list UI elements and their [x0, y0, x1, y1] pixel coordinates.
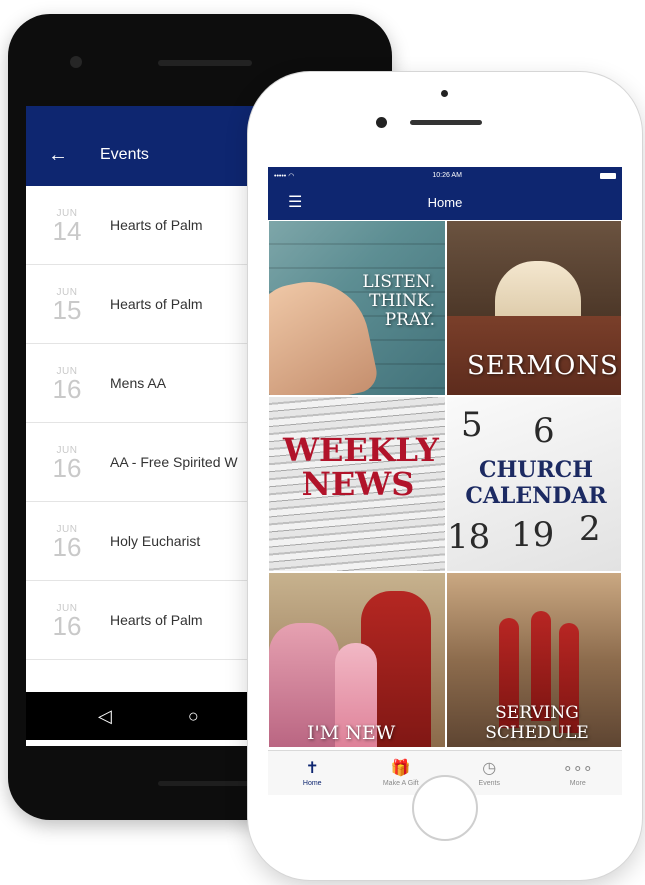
event-name: AA - Free Spirited W	[110, 454, 238, 470]
event-name: Hearts of Palm	[110, 217, 203, 233]
event-row[interactable]: JUN 16 Holy Eucharist	[26, 502, 258, 581]
event-row[interactable]: JUN 14 Hearts of Palm	[26, 186, 258, 265]
event-date: JUN 16	[38, 445, 96, 483]
listen-word: LISTEN.	[362, 272, 435, 292]
speaker-grill	[158, 60, 252, 66]
events-title: Events	[100, 146, 149, 163]
ios-status-bar: ••••• ◠ 10:26 AM	[268, 167, 622, 184]
tab-more[interactable]: ∘∘∘ More	[534, 751, 623, 795]
home-tile-grid: LISTEN. THINK. PRAY. SERMONS WEEKLY NEWS…	[268, 220, 622, 748]
earpiece-speaker	[410, 120, 482, 125]
event-row[interactable]: JUN 16 Hearts of Palm	[26, 581, 258, 660]
schedule-word: SCHEDULE	[485, 723, 589, 743]
church-calendar-label: CHURCH CALENDAR	[453, 457, 619, 509]
event-day: 16	[52, 531, 82, 562]
nav-home-icon[interactable]: ○	[188, 706, 199, 727]
event-name: Hearts of Palm	[110, 612, 203, 628]
event-day: 16	[52, 610, 82, 641]
android-status-bar	[26, 106, 258, 124]
tab-label: Make A Gift	[382, 779, 419, 787]
think-word: THINK.	[369, 291, 435, 311]
bottom-grill	[158, 781, 252, 786]
event-name: Hearts of Palm	[110, 296, 203, 312]
event-day: 16	[52, 373, 82, 404]
event-row[interactable]: JUN 16 Mens AA	[26, 344, 258, 423]
front-camera	[376, 117, 387, 128]
pray-word: PRAY.	[384, 310, 435, 330]
weekly-news-label: WEEKLY NEWS	[283, 431, 439, 503]
event-date: JUN 16	[38, 524, 96, 562]
tab-label: Home	[302, 779, 322, 787]
cross-icon: ✝	[305, 759, 319, 777]
serving-schedule-label: SERVING SCHEDULE	[467, 703, 607, 743]
event-date: JUN 16	[38, 603, 96, 641]
event-name: Holy Eucharist	[110, 533, 201, 549]
im-new-tile[interactable]: I'M NEW	[268, 572, 446, 748]
sermons-label: SERMONS	[467, 351, 619, 381]
android-screen: ← Events JUN 14 Hearts of Palm JUN 15 He…	[26, 106, 258, 746]
event-day: 14	[52, 215, 82, 246]
listen-think-pray-tile[interactable]: LISTEN. THINK. PRAY.	[268, 220, 446, 396]
church-calendar-tile[interactable]: 5 6 18 19 2 CHURCH CALENDAR	[446, 396, 622, 572]
weekly-news-tile[interactable]: WEEKLY NEWS	[268, 396, 446, 572]
arrow-left-icon[interactable]: ←	[48, 145, 68, 165]
front-camera	[70, 56, 82, 68]
event-row[interactable]: JUN 16 AA - Free Spirited W	[26, 423, 258, 502]
calendar-word: CALENDAR	[465, 483, 607, 509]
event-day: 16	[52, 452, 82, 483]
status-time: 10:26 AM	[432, 172, 462, 179]
weekly-word: WEEKLY	[283, 431, 439, 469]
event-date: JUN 15	[38, 287, 96, 325]
event-date: JUN 16	[38, 366, 96, 404]
proximity-sensor	[441, 90, 448, 97]
sermons-tile[interactable]: SERMONS	[446, 220, 622, 396]
home-title: Home	[427, 194, 463, 210]
event-date: JUN 14	[38, 208, 96, 246]
iphone-screen: ••••• ◠ 10:26 AM ☰ Home LISTEN. THINK. P…	[268, 167, 622, 795]
event-name: Mens AA	[110, 375, 167, 391]
battery-icon	[599, 172, 616, 179]
events-app-bar: ← Events	[26, 124, 258, 186]
tab-label: More	[569, 779, 586, 787]
serving-schedule-tile[interactable]: SERVING SCHEDULE	[446, 572, 622, 748]
tab-home[interactable]: ✝ Home	[268, 751, 357, 795]
hamburger-menu-icon[interactable]: ☰	[288, 192, 302, 212]
event-day: 15	[52, 294, 82, 325]
im-new-label: I'M NEW	[307, 722, 396, 744]
signal-indicator: ••••• ◠	[274, 172, 295, 180]
more-dots-icon: ∘∘∘	[562, 759, 593, 777]
listen-think-pray-label: LISTEN. THINK. PRAY.	[362, 273, 435, 330]
tab-label: Events	[478, 779, 500, 787]
event-row[interactable]: JUN 15 Hearts of Palm	[26, 265, 258, 344]
gift-icon: 🎁	[390, 759, 411, 777]
home-nav-bar: ☰ Home	[268, 184, 622, 220]
iphone: ••••• ◠ 10:26 AM ☰ Home LISTEN. THINK. P…	[248, 72, 642, 880]
events-list: JUN 14 Hearts of Palm JUN 15 Hearts of P…	[26, 186, 258, 660]
android-nav-bar: ◁ ○	[26, 692, 258, 740]
serving-word: SERVING	[495, 703, 579, 723]
clock-icon: ◷	[482, 759, 497, 777]
nav-back-icon[interactable]: ◁	[98, 706, 112, 727]
news-word: NEWS	[301, 465, 415, 503]
home-button[interactable]	[412, 775, 478, 841]
church-word: CHURCH	[478, 457, 594, 483]
